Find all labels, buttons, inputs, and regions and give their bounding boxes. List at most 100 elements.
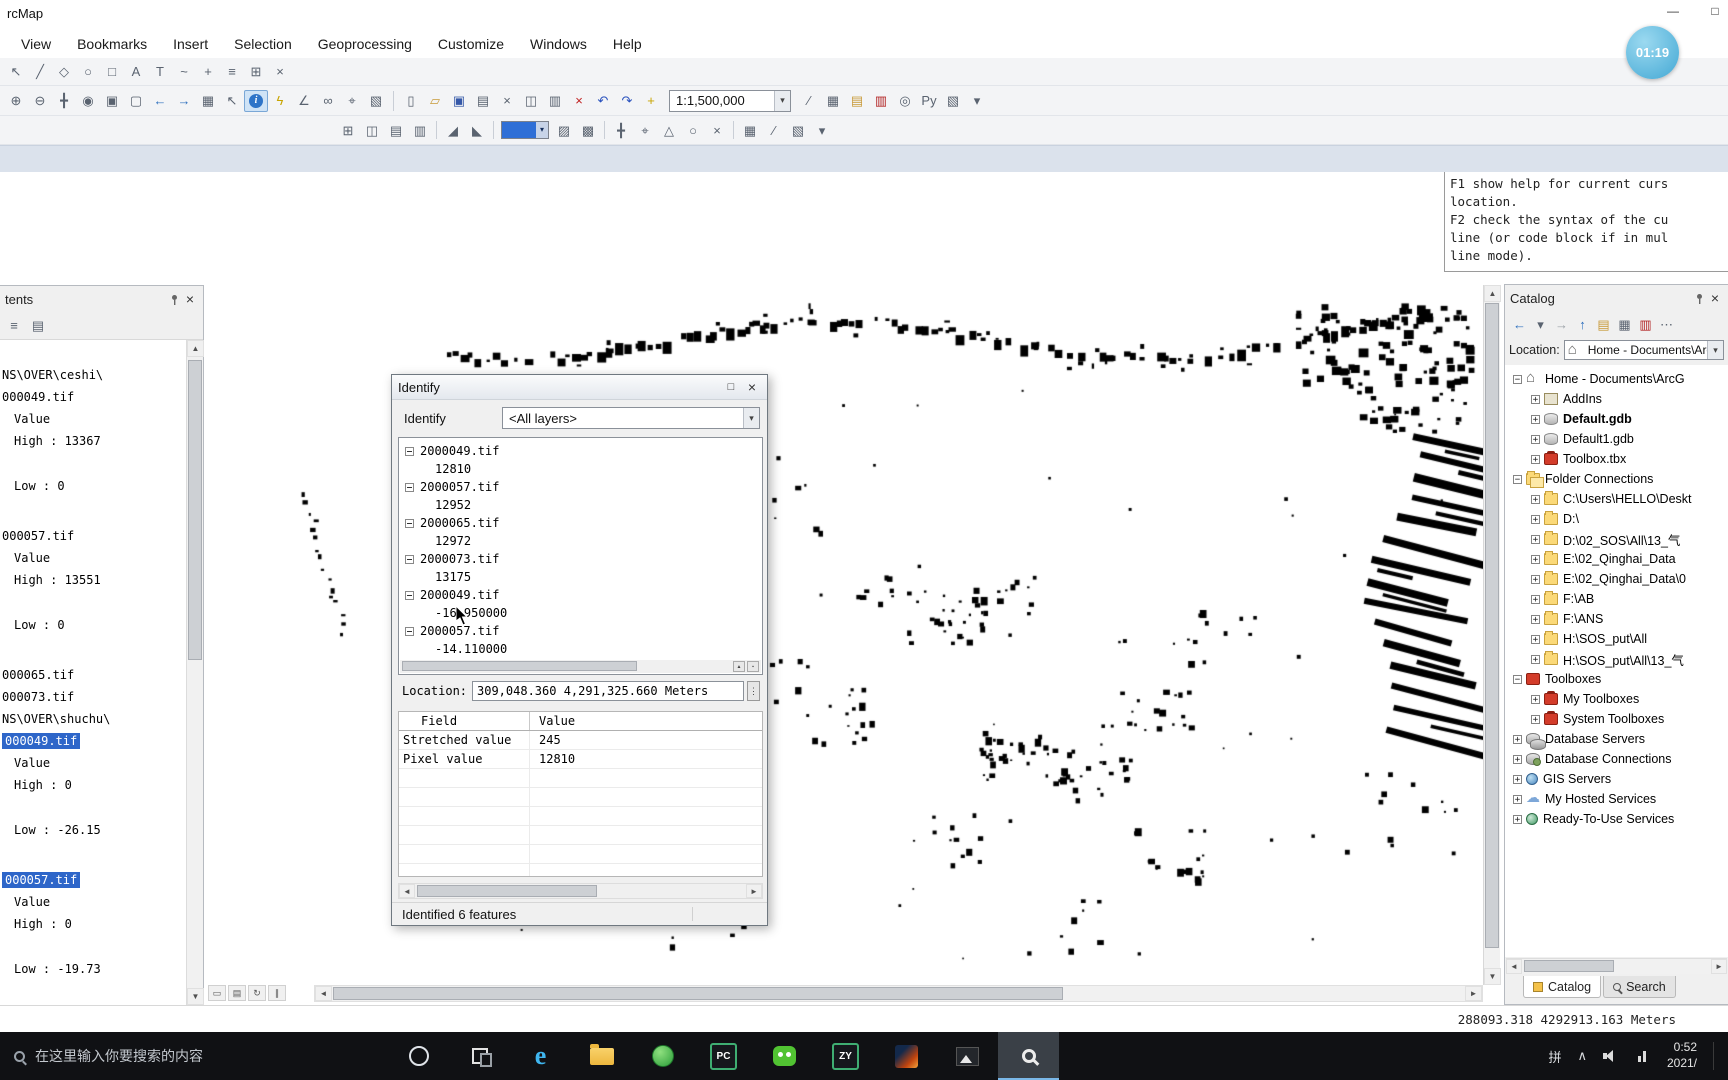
draw-tool[interactable]: ∕ — [762, 119, 786, 141]
list-menu-tool[interactable]: ≡ — [220, 61, 244, 83]
system-toolboxes[interactable]: + System Toolboxes — [1505, 709, 1728, 729]
tree-expander-icon[interactable]: + — [1531, 434, 1540, 444]
identify-result-value[interactable]: 12972 — [399, 532, 762, 550]
hidden-icons-chevron[interactable]: ∧ — [1577, 1048, 1587, 1064]
tree-option-button-2[interactable] — [747, 661, 759, 672]
select-elements-tool[interactable]: ↖ — [4, 61, 28, 83]
my-hosted-services[interactable]: + My Hosted Services — [1505, 789, 1728, 809]
georeferencing-tool-2[interactable]: ◫ — [360, 119, 384, 141]
tree-expander-icon[interactable]: + — [1531, 694, 1540, 704]
hyperlink-tool[interactable]: ϟ — [268, 90, 292, 112]
triangle-tool[interactable]: △ — [657, 119, 681, 141]
fixed-zoom-out-button[interactable]: ▢ — [124, 90, 148, 112]
matlab-app[interactable] — [876, 1032, 937, 1080]
scroll-left-icon[interactable] — [1506, 959, 1522, 974]
field-row[interactable]: Pixel value 12810 — [399, 750, 762, 769]
tree-expander-icon[interactable]: + — [1531, 594, 1540, 604]
toc-item[interactable]: Low : -26.15 — [0, 819, 186, 841]
identify-tool[interactable]: i — [244, 89, 268, 112]
back-button[interactable]: ← — [1509, 314, 1530, 334]
marker-tool[interactable]: + — [196, 61, 220, 83]
circle-tool-small[interactable]: ○ — [681, 119, 705, 141]
list-by-source[interactable]: ▤ — [26, 315, 50, 337]
toc-item[interactable]: High : 0 — [0, 913, 186, 935]
scroll-thumb[interactable] — [1485, 303, 1499, 948]
tree-expander-icon[interactable]: + — [1531, 554, 1540, 564]
location-options-button[interactable] — [747, 681, 760, 701]
toc-item[interactable]: Value — [0, 891, 186, 913]
fill-tool[interactable]: ▧ — [786, 119, 810, 141]
refresh-view-button[interactable]: ↻ — [248, 985, 266, 1001]
viewer-window-tool[interactable]: ▧ — [364, 90, 388, 112]
identify-result-value[interactable]: 13175 — [399, 568, 762, 586]
undo-button[interactable]: ↶ — [591, 90, 615, 112]
full-extent-button[interactable]: ◉ — [76, 90, 100, 112]
scale-combo-dropdown-icon[interactable] — [774, 90, 790, 111]
zoom-out-tool[interactable]: ⊖ — [28, 90, 52, 112]
separator[interactable] — [600, 119, 609, 141]
menu-item[interactable]: Insert — [160, 36, 221, 52]
network-icon[interactable] — [1635, 1049, 1651, 1063]
identify-result-value[interactable]: 12810 — [399, 460, 762, 478]
tree-expander-icon[interactable]: − — [1513, 474, 1522, 484]
data-view-button[interactable]: ▭ — [208, 985, 226, 1001]
model-builder-button[interactable]: ▧ — [941, 90, 965, 112]
show-desktop-button[interactable] — [1713, 1041, 1718, 1071]
database-servers[interactable]: + Database Servers — [1505, 729, 1728, 750]
toc-item[interactable]: Value — [0, 408, 186, 430]
identify-close-icon[interactable] — [743, 379, 761, 395]
folder-h-sos[interactable]: + H:\SOS_put\All — [1505, 629, 1728, 649]
paste-button[interactable]: ▥ — [543, 90, 567, 112]
tree-expander-icon[interactable]: + — [1513, 774, 1522, 784]
database-connections[interactable]: + Database Connections — [1505, 749, 1728, 769]
circle-tool[interactable]: ○ — [76, 61, 100, 83]
catalog-tab[interactable]: Catalog — [1523, 976, 1602, 998]
volume-icon[interactable] — [1602, 1049, 1619, 1063]
toc-item[interactable]: 000049.tif — [0, 386, 186, 408]
toc-item[interactable]: 000057.tif — [0, 525, 186, 547]
folder-f-ans[interactable]: + F:\ANS — [1505, 609, 1728, 629]
scroll-down-icon[interactable] — [187, 988, 204, 1005]
arctoolbox-window-button[interactable]: ▥ — [869, 90, 893, 112]
forward-button[interactable]: → — [1551, 314, 1572, 334]
menu-item[interactable]: View — [8, 36, 64, 52]
list-by-drawing-order[interactable]: ≡ — [2, 315, 26, 337]
tree-expander-icon[interactable]: + — [1531, 514, 1540, 524]
toolbox-tbx[interactable]: + Toolbox.tbx — [1505, 449, 1728, 469]
shift-tool[interactable]: ◣ — [465, 119, 489, 141]
toc-item[interactable]: 000065.tif — [0, 664, 186, 686]
raster-tool-2[interactable]: ▩ — [576, 119, 600, 141]
tree-collapse-icon[interactable] — [405, 590, 414, 600]
ime-indicator[interactable]: 拼 — [1548, 1047, 1561, 1066]
catalog-window-button[interactable]: ▤ — [845, 90, 869, 112]
python-window-button[interactable]: Py — [917, 90, 941, 112]
taskbar-clock[interactable]: 0:52 2021/ — [1667, 1040, 1697, 1071]
identify-horizontal-scrollbar[interactable] — [398, 883, 763, 899]
tree-expander-icon[interactable]: + — [1513, 734, 1522, 744]
menu-item[interactable]: Windows — [517, 36, 600, 52]
field-row[interactable]: Stretched value 245 — [399, 731, 762, 750]
rotate-tool[interactable]: ◢ — [441, 119, 465, 141]
separator[interactable] — [729, 119, 738, 141]
maximize-button[interactable]: □ — [1706, 4, 1724, 18]
tree-collapse-icon[interactable] — [405, 518, 414, 528]
identify-tree-scrollbar[interactable] — [400, 660, 761, 673]
curve-tool[interactable]: ~ — [172, 61, 196, 83]
folder-c-users[interactable]: + C:\Users\HELLO\Deskt — [1505, 489, 1728, 509]
folder-h-sos-13[interactable]: + H:\SOS_put\All\13_气 — [1505, 649, 1728, 669]
map-scale-combo[interactable]: 1:1,500,000 — [669, 89, 791, 112]
tree-expander-icon[interactable]: + — [1531, 394, 1540, 404]
save-button[interactable]: ▣ — [447, 90, 471, 112]
georeferencing-tool-1[interactable]: ⊞ — [336, 119, 360, 141]
scroll-thumb[interactable] — [402, 661, 637, 671]
menu-item[interactable]: Bookmarks — [64, 36, 160, 52]
layout-view-button[interactable]: ▤ — [228, 985, 246, 1001]
grid-tool[interactable]: ⊞ — [244, 61, 268, 83]
tree-expander-icon[interactable]: + — [1531, 574, 1540, 584]
separator[interactable] — [432, 119, 441, 141]
file-explorer-app[interactable] — [571, 1032, 632, 1080]
identify-restore-icon[interactable] — [722, 379, 740, 395]
tree-expander-icon[interactable]: + — [1531, 454, 1540, 464]
toc-item[interactable]: High : 13551 — [0, 569, 186, 591]
menu-item[interactable]: Customize — [425, 36, 517, 52]
